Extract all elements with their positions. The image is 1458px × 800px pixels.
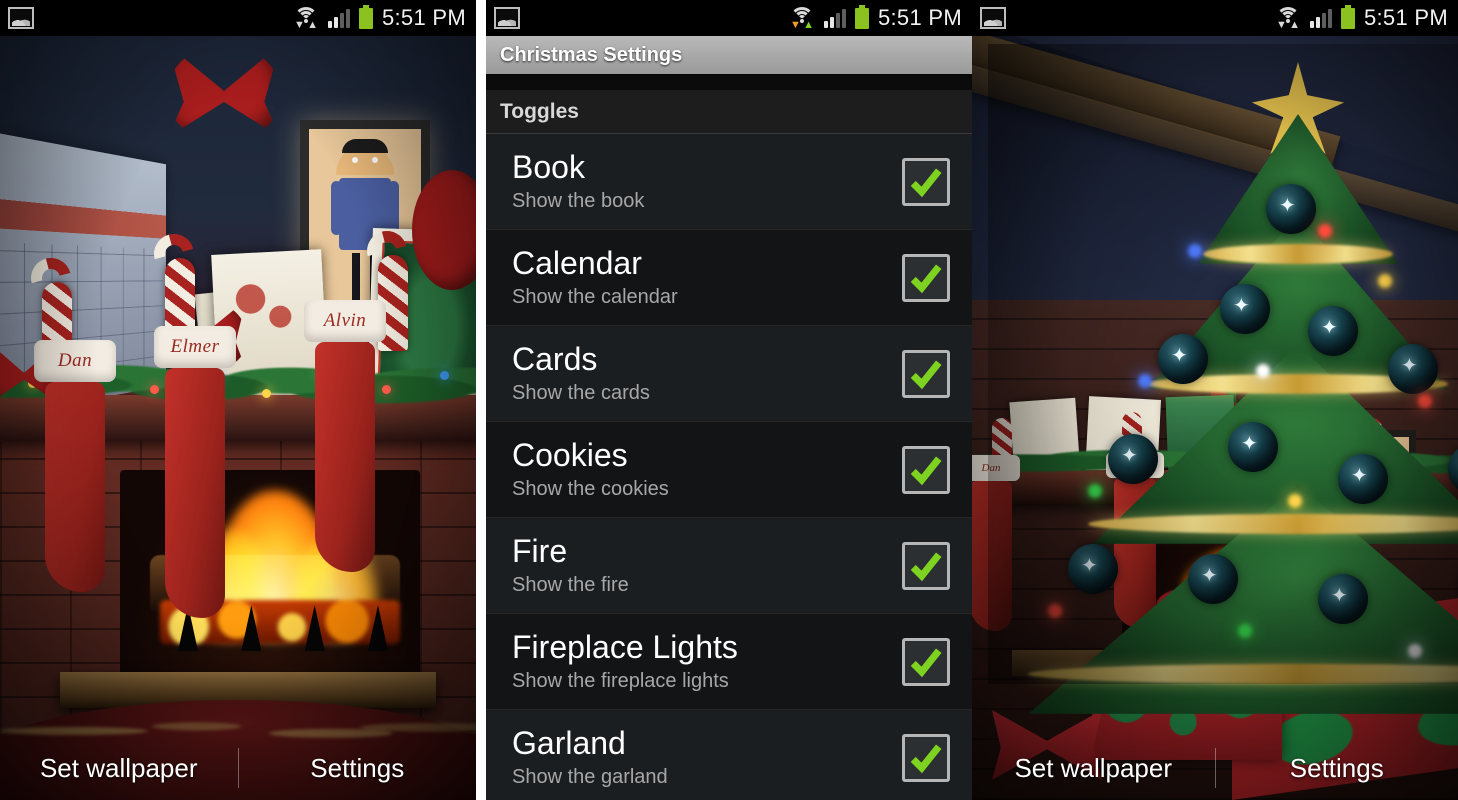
action-bar: Christmas Settings [486,36,972,74]
stocking-name: Elmer [170,336,220,357]
checkbox-cookies[interactable] [902,445,950,494]
signal-bars-icon [1309,8,1332,28]
gallery-icon [494,7,520,29]
signal-bars-icon [823,8,846,28]
check-icon [910,167,942,197]
section-header-label: Toggles [500,99,579,123]
panel-separator [476,0,486,800]
wallpaper-action-bar: Set wallpaper Settings [972,736,1458,800]
setting-subtitle: Show the garland [512,766,668,788]
settings-button[interactable]: Settings [239,753,477,784]
setting-title: Calendar [512,245,642,281]
set-wallpaper-button[interactable]: Set wallpaper [972,753,1215,784]
check-icon [910,455,942,485]
panel-left-wallpaper-preview: Dan Elmer Alvin ▼ ▲ 5:51 PM Set wallpape… [0,0,476,800]
status-bar-clock: 5:51 PM [877,5,962,30]
stocking-name: Alvin [323,310,367,331]
christmas-settings-screen: Show the app Christmas Settings Toggles … [486,0,972,800]
setting-subtitle: Show the fireplace lights [512,670,729,692]
status-bar: ▼ ▲ 5:51 PM [0,0,476,36]
list-item[interactable]: Cards Show the cards [486,326,972,422]
setting-title: Cards [512,341,598,377]
setting-subtitle: Show the book [512,190,645,212]
list-item[interactable]: Book Show the book [486,134,972,230]
check-icon [910,551,942,581]
checkbox-fire[interactable] [902,541,950,590]
setting-subtitle: Show the cookies [512,478,669,500]
page-title: Christmas Settings [500,43,683,66]
check-icon [910,359,942,389]
gallery-icon [8,7,34,29]
checkbox-fireplace-lights[interactable] [902,637,950,686]
panel-right-wallpaper-preview: Dan Elmer Alvin [972,0,1458,800]
status-bar: ▼ ▲ 5:51 PM [972,0,1458,36]
screenshot-triptych: Dan Elmer Alvin ▼ ▲ 5:51 PM Set wallpape… [0,0,1458,800]
battery-full-icon [358,4,373,29]
red-bow-icon [168,45,280,137]
wifi-icon: ▼ ▲ [293,7,319,31]
check-icon [910,743,942,773]
settings-button[interactable]: Settings [1216,753,1458,784]
tree-shadow-overlay [988,44,1458,684]
setting-subtitle: Show the cards [512,382,650,404]
gallery-icon [980,7,1006,29]
status-bar-clock: 5:51 PM [1363,5,1448,30]
list-item[interactable]: Fire Show the fire [486,518,972,614]
list-item[interactable]: Garland Show the garland [486,710,972,800]
setting-title: Fireplace Lights [512,629,738,665]
settings-list[interactable]: Book Show the book Calendar Show the cal… [486,134,972,800]
set-wallpaper-button[interactable]: Set wallpaper [0,753,238,784]
wallpaper-action-bar: Set wallpaper Settings [0,736,476,800]
check-icon [910,263,942,293]
list-item[interactable]: Fireplace Lights Show the fireplace ligh… [486,614,972,710]
setting-title: Garland [512,725,626,761]
signal-bars-icon [327,8,350,28]
setting-title: Fire [512,533,568,569]
status-bar-clock: 5:51 PM [381,5,466,30]
checkbox-garland[interactable] [902,733,950,782]
checkbox-calendar[interactable] [902,253,950,302]
section-header-toggles: Toggles [486,90,972,134]
christmas-tree [988,44,1458,714]
battery-full-icon [1340,4,1355,29]
fireplace-wallpaper: Dan Elmer Alvin [0,0,476,800]
setting-title: Book [512,149,585,185]
wifi-icon: ▼ ▲ [789,7,815,31]
checkbox-book[interactable] [902,157,950,206]
list-item[interactable]: Cookies Show the cookies [486,422,972,518]
panel-settings-screen: Show the app Christmas Settings Toggles … [486,0,972,800]
stocking-name: Dan [57,350,93,371]
checkbox-cards[interactable] [902,349,950,398]
stocking: Dan [34,340,116,592]
christmas-tree-wallpaper: Dan Elmer Alvin [972,0,1458,800]
setting-title: Cookies [512,437,628,473]
stocking: Elmer [154,326,236,618]
battery-full-icon [854,4,869,29]
wifi-icon: ▼ ▲ [1275,7,1301,31]
setting-subtitle: Show the fire [512,574,629,596]
status-bar: ▼ ▲ 5:51 PM [486,0,972,36]
check-icon [910,647,942,677]
list-item[interactable]: Calendar Show the calendar [486,230,972,326]
setting-subtitle: Show the calendar [512,286,678,308]
stocking: Alvin [304,300,386,572]
